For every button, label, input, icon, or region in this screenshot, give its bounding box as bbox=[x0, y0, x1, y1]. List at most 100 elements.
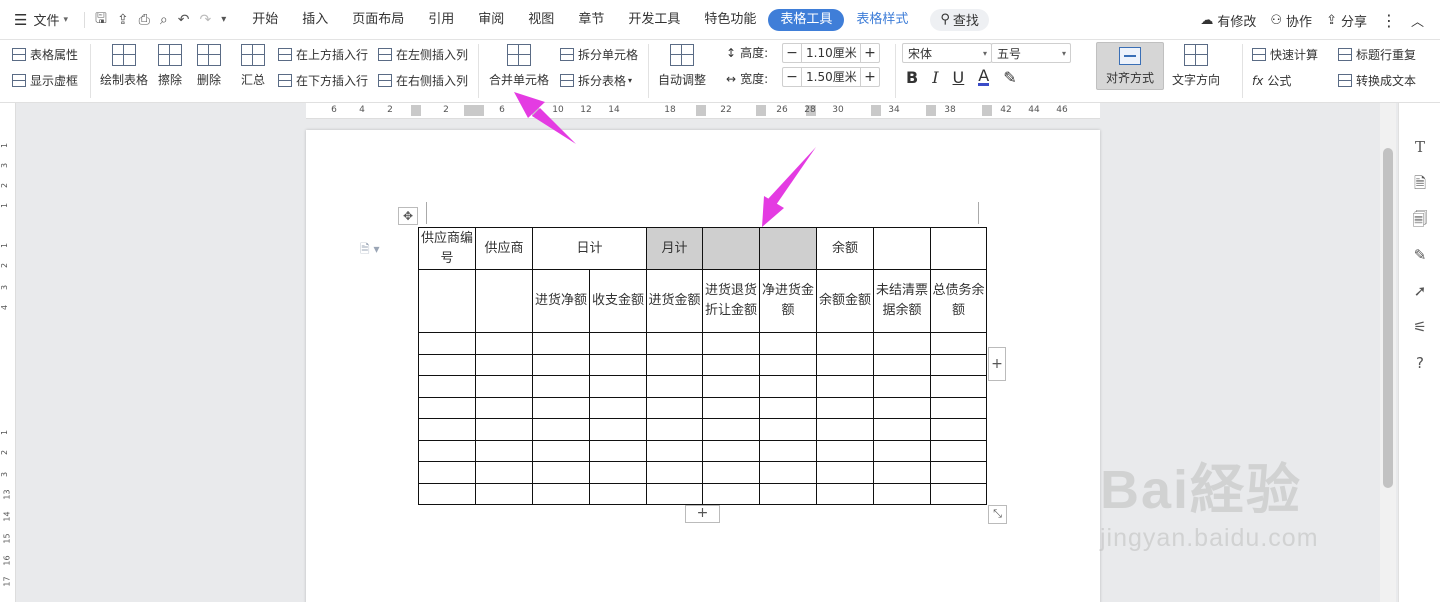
preview-icon[interactable]: ⌕ bbox=[160, 12, 168, 28]
table-cell[interactable] bbox=[589, 418, 647, 441]
table-cell[interactable] bbox=[873, 375, 931, 398]
table-cell[interactable] bbox=[930, 418, 987, 441]
font-name-select[interactable]: 宋体 ▾ bbox=[902, 43, 992, 63]
table-cell[interactable] bbox=[589, 482, 647, 505]
table-cell[interactable] bbox=[646, 396, 703, 419]
tab-references[interactable]: 引用 bbox=[416, 9, 466, 31]
pen-icon[interactable]: ✎ bbox=[1410, 245, 1430, 265]
table-cell[interactable] bbox=[873, 439, 931, 462]
insert-col-right-button[interactable]: 在右侧插入列 bbox=[378, 72, 468, 89]
table-cell[interactable]: 日计 bbox=[532, 227, 647, 270]
table-cell[interactable] bbox=[759, 353, 817, 376]
height-increase-button[interactable]: + bbox=[861, 44, 879, 62]
table-cell[interactable] bbox=[816, 353, 874, 376]
tab-table-tools[interactable]: 表格工具 bbox=[768, 8, 845, 31]
table-cell[interactable] bbox=[930, 353, 987, 376]
table-cell[interactable] bbox=[418, 482, 476, 505]
show-gridlines-button[interactable]: 显示虚框 bbox=[12, 72, 78, 89]
data-table[interactable]: 供应商编号 供应商 日计 月计 余额 进货净额 收支金额 进货金额 进货退货折让… bbox=[418, 227, 987, 505]
table-cell[interactable] bbox=[759, 396, 817, 419]
table-cell[interactable] bbox=[532, 439, 590, 462]
table-cell[interactable] bbox=[532, 353, 590, 376]
vertical-scrollbar[interactable] bbox=[1380, 103, 1396, 602]
table-cell[interactable] bbox=[930, 482, 987, 505]
table-cell[interactable] bbox=[589, 353, 647, 376]
share-button[interactable]: ⇪ 分享 bbox=[1326, 11, 1367, 30]
tab-table-style[interactable]: 表格样式 bbox=[844, 9, 920, 31]
table-cell[interactable] bbox=[532, 332, 590, 355]
table-cell[interactable] bbox=[873, 396, 931, 419]
table-cell[interactable] bbox=[418, 396, 476, 419]
table-cell[interactable] bbox=[930, 332, 987, 355]
width-value[interactable]: 1.50厘米 bbox=[801, 68, 861, 86]
table-cell[interactable] bbox=[475, 418, 533, 441]
table-cell[interactable] bbox=[475, 332, 533, 355]
table-cell[interactable] bbox=[475, 375, 533, 398]
export-icon[interactable]: ⇪ bbox=[117, 12, 129, 28]
tab-insert[interactable]: 插入 bbox=[290, 9, 340, 31]
quick-calc-button[interactable]: 快速计算 bbox=[1252, 46, 1318, 63]
table-cell[interactable]: 进货金额 bbox=[646, 269, 703, 333]
table-properties-button[interactable]: 表格属性 bbox=[12, 46, 78, 63]
table-cell[interactable] bbox=[873, 482, 931, 505]
table-cell[interactable] bbox=[930, 227, 987, 270]
table-move-handle[interactable]: ✥ bbox=[398, 207, 418, 225]
vertical-ruler[interactable]: 1 3 2 1 1 2 3 4 1 2 3 13 14 15 16 17 bbox=[0, 103, 16, 602]
table-cell[interactable] bbox=[589, 396, 647, 419]
scrollbar-thumb[interactable] bbox=[1383, 148, 1393, 488]
table-cell[interactable] bbox=[702, 353, 760, 376]
changes-button[interactable]: ☁ 有修改 bbox=[1200, 11, 1256, 30]
align-button[interactable]: 对齐方式 bbox=[1096, 42, 1164, 90]
draw-table-button[interactable]: 绘制表格 bbox=[100, 44, 148, 88]
collapse-ribbon-icon[interactable]: ︿ bbox=[1411, 11, 1424, 30]
table-cell[interactable] bbox=[589, 439, 647, 462]
table-cell[interactable] bbox=[759, 482, 817, 505]
horizontal-ruler[interactable]: 6 4 2 2 6 8 10 12 14 18 22 26 28 30 34 3… bbox=[306, 103, 1100, 119]
table-cell[interactable] bbox=[646, 482, 703, 505]
table-cell[interactable] bbox=[532, 482, 590, 505]
table-cell[interactable] bbox=[475, 396, 533, 419]
table-cell[interactable] bbox=[759, 332, 817, 355]
table-cell[interactable] bbox=[532, 418, 590, 441]
width-increase-button[interactable]: + bbox=[861, 68, 879, 86]
table-cell[interactable] bbox=[646, 418, 703, 441]
height-value[interactable]: 1.10厘米 bbox=[801, 44, 861, 62]
table-cell[interactable]: 净进货金额 bbox=[759, 269, 817, 333]
highlight-icon[interactable]: ✎ bbox=[1003, 68, 1016, 87]
split-table-button[interactable]: 拆分表格 ▾ bbox=[560, 72, 632, 89]
delete-button[interactable]: 删除 bbox=[197, 44, 221, 88]
tab-review[interactable]: 审阅 bbox=[466, 9, 516, 31]
convert-to-text-button[interactable]: 转换成文本 bbox=[1338, 72, 1416, 89]
table-cell[interactable] bbox=[589, 461, 647, 484]
table-cell[interactable] bbox=[532, 396, 590, 419]
table-cell[interactable] bbox=[873, 227, 931, 270]
table-cell[interactable] bbox=[418, 418, 476, 441]
table-cell[interactable] bbox=[702, 375, 760, 398]
tab-developer[interactable]: 开发工具 bbox=[616, 9, 692, 31]
table-cell[interactable] bbox=[873, 461, 931, 484]
font-color-icon[interactable]: A bbox=[978, 68, 990, 86]
table-cell[interactable] bbox=[418, 353, 476, 376]
table-cell[interactable] bbox=[418, 439, 476, 462]
table-cell-selected[interactable]: 月计 bbox=[646, 227, 703, 270]
text-direction-button[interactable]: 文字方向 bbox=[1172, 44, 1220, 88]
table-cell[interactable] bbox=[475, 269, 533, 333]
sliders-icon[interactable]: ⚟ bbox=[1410, 317, 1430, 337]
paragraph-icon[interactable]: 🗎 ▾ bbox=[360, 240, 380, 261]
table-cell[interactable] bbox=[418, 269, 476, 333]
table-cell[interactable] bbox=[589, 375, 647, 398]
table-cell[interactable]: 收支金额 bbox=[589, 269, 647, 333]
formula-button[interactable]: fx 公式 bbox=[1252, 72, 1291, 89]
table-cell[interactable] bbox=[702, 418, 760, 441]
more-icon[interactable]: ⋮ bbox=[1381, 11, 1397, 30]
table-cell[interactable] bbox=[816, 418, 874, 441]
table-cell[interactable] bbox=[418, 461, 476, 484]
table-cell[interactable] bbox=[816, 482, 874, 505]
table-cell[interactable] bbox=[930, 461, 987, 484]
tab-layout[interactable]: 页面布局 bbox=[340, 9, 416, 31]
table-cell[interactable] bbox=[930, 375, 987, 398]
table-cell[interactable] bbox=[646, 353, 703, 376]
table-cell[interactable]: 供应商 bbox=[475, 227, 533, 270]
table-cell[interactable] bbox=[873, 418, 931, 441]
table-cell[interactable] bbox=[816, 439, 874, 462]
